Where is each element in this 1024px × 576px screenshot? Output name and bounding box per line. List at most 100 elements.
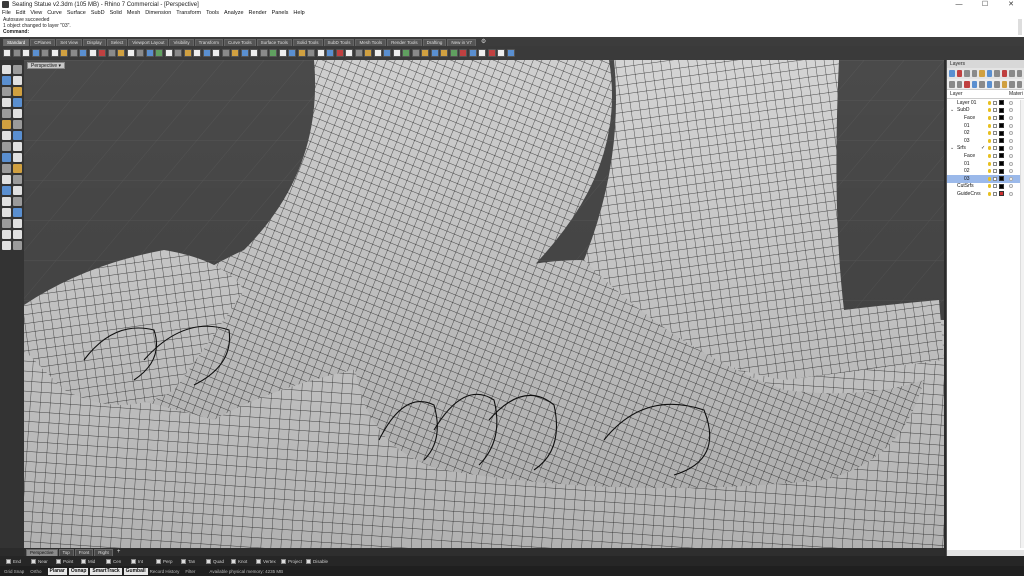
- layer-color-swatch[interactable]: [999, 161, 1004, 167]
- toolbar-tool-icon[interactable]: [421, 49, 429, 57]
- layer-color-swatch[interactable]: [999, 115, 1004, 121]
- lock-icon[interactable]: [993, 131, 997, 136]
- visibility-bulb-icon[interactable]: [988, 100, 991, 105]
- toolbar-tool-icon[interactable]: [136, 49, 144, 57]
- material-icon[interactable]: [1009, 184, 1013, 189]
- menu-analyze[interactable]: Analyze: [224, 10, 244, 16]
- toolbar-tool-icon[interactable]: [250, 49, 258, 57]
- sidebar-tool-icon[interactable]: [13, 120, 22, 129]
- layer-row[interactable]: 03: [947, 174, 1024, 183]
- osnap-checkbox[interactable]: [156, 558, 161, 564]
- toolbar-tool-icon[interactable]: [487, 49, 496, 57]
- lock-icon[interactable]: [993, 123, 997, 128]
- osnap-disable[interactable]: Disable: [306, 558, 328, 564]
- layer-color-swatch[interactable]: [999, 191, 1004, 197]
- sidebar-tool-icon[interactable]: [13, 175, 22, 184]
- menu-curve[interactable]: Curve: [47, 10, 62, 16]
- sidebar-tool-icon[interactable]: [2, 197, 11, 206]
- toolbar-tool-icon[interactable]: [468, 49, 477, 57]
- menu-edit[interactable]: Edit: [16, 10, 25, 16]
- sidebar-tool-icon[interactable]: [13, 87, 22, 96]
- sidebar-tool-icon[interactable]: [13, 186, 22, 195]
- tab-viewport-layout[interactable]: Viewport Layout: [128, 39, 169, 46]
- toolbar-tool-icon[interactable]: [22, 49, 30, 57]
- toolbar-tool-icon[interactable]: [269, 49, 277, 57]
- toolbar-tool-icon[interactable]: [364, 49, 372, 57]
- osnap-near[interactable]: Near: [31, 558, 52, 564]
- sidebar-tool-icon[interactable]: [2, 230, 11, 239]
- sidebar-tool-icon[interactable]: [2, 76, 11, 85]
- osnap-checkbox[interactable]: [131, 558, 136, 564]
- toolbar-tool-icon[interactable]: [31, 49, 40, 57]
- tab-render-tools[interactable]: Render Tools: [387, 39, 422, 46]
- sidebar-tool-icon[interactable]: [2, 87, 11, 96]
- tab-transform[interactable]: Transform: [194, 39, 223, 46]
- layer-row[interactable]: ⌄ SubD: [947, 107, 1024, 115]
- visibility-bulb-icon[interactable]: [988, 176, 991, 181]
- toolbar-tool-icon[interactable]: [164, 49, 173, 57]
- panel-tab-icon[interactable]: [994, 70, 1000, 77]
- perspective-viewport[interactable]: Perspective ▾: [24, 60, 944, 548]
- layer-row[interactable]: 01: [947, 160, 1024, 168]
- osnap-int[interactable]: Int: [131, 558, 152, 564]
- osnap-checkbox[interactable]: [306, 558, 311, 564]
- sidebar-tool-icon[interactable]: [13, 230, 22, 239]
- tab-drafting[interactable]: Drafting: [422, 39, 447, 46]
- panel-tab-icon[interactable]: [986, 70, 992, 77]
- sidebar-tool-icon[interactable]: [2, 164, 11, 173]
- layer-column-header[interactable]: Layer: [950, 91, 963, 97]
- tab-display[interactable]: Display: [82, 39, 106, 46]
- sidebar-tool-icon[interactable]: [13, 76, 22, 85]
- toolbar-tool-icon[interactable]: [430, 49, 439, 57]
- tab-cplanes[interactable]: CPlanes: [30, 39, 56, 46]
- visibility-bulb-icon[interactable]: [988, 153, 991, 158]
- toolbar-tool-icon[interactable]: [354, 49, 363, 57]
- sidebar-tool-icon[interactable]: [13, 241, 22, 250]
- layer-row[interactable]: 02: [947, 167, 1024, 175]
- layer-color-swatch[interactable]: [999, 100, 1004, 106]
- sidebar-tool-icon[interactable]: [2, 153, 11, 162]
- command-prompt[interactable]: Command:: [3, 29, 1024, 35]
- layer-tool-icon[interactable]: [971, 80, 977, 88]
- panel-tab-icon[interactable]: [1009, 70, 1015, 77]
- tab-mesh-tools[interactable]: Mesh Tools: [355, 39, 387, 46]
- sidebar-tool-icon[interactable]: [2, 208, 11, 217]
- toolbar-tool-icon[interactable]: [183, 49, 192, 57]
- tab-subd-tools[interactable]: SubD Tools: [323, 39, 355, 46]
- sidebar-tool-icon[interactable]: [2, 219, 11, 228]
- sidebar-tool-icon[interactable]: [2, 175, 11, 184]
- osnap-checkbox[interactable]: [106, 558, 111, 564]
- command-scrollbar[interactable]: [1018, 19, 1022, 35]
- visibility-bulb-icon[interactable]: [988, 108, 991, 113]
- toolbar-tool-icon[interactable]: [440, 49, 448, 57]
- sidebar-tool-icon[interactable]: [2, 241, 11, 250]
- toolbar-tool-icon[interactable]: [240, 49, 249, 57]
- panel-tab-icon[interactable]: [971, 70, 977, 77]
- toolbar-tool-icon[interactable]: [316, 49, 325, 57]
- material-icon[interactable]: [1009, 153, 1013, 158]
- osnap-checkbox[interactable]: [231, 558, 236, 564]
- tab-select[interactable]: Select: [106, 39, 128, 46]
- layer-row[interactable]: Layer 01: [947, 99, 1024, 107]
- material-icon[interactable]: [1009, 115, 1013, 120]
- toolbar-tool-icon[interactable]: [459, 49, 467, 57]
- tab-curve-tools[interactable]: Curve Tools: [223, 39, 256, 46]
- osnap-cen[interactable]: Cen: [106, 558, 127, 564]
- panel-tab-icon[interactable]: [979, 70, 985, 77]
- layer-row[interactable]: Face: [947, 114, 1024, 122]
- toolbar-tool-icon[interactable]: [50, 49, 59, 57]
- visibility-bulb-icon[interactable]: [988, 146, 991, 151]
- record-history-toggle[interactable]: Record History: [150, 569, 180, 574]
- toolbar-tool-icon[interactable]: [117, 49, 125, 57]
- menu-view[interactable]: View: [30, 10, 42, 16]
- sidebar-tool-icon[interactable]: [2, 186, 11, 195]
- menu-surface[interactable]: Surface: [67, 10, 86, 16]
- toolbar-tool-icon[interactable]: [307, 49, 315, 57]
- toolbar-tool-icon[interactable]: [212, 49, 220, 57]
- sidebar-tool-icon[interactable]: [13, 65, 22, 74]
- layer-color-swatch[interactable]: [999, 145, 1004, 151]
- toolbar-tool-icon[interactable]: [231, 49, 239, 57]
- toolbar-tool-icon[interactable]: [411, 49, 420, 57]
- toolbar-tool-icon[interactable]: [259, 49, 268, 57]
- visibility-bulb-icon[interactable]: [988, 131, 991, 136]
